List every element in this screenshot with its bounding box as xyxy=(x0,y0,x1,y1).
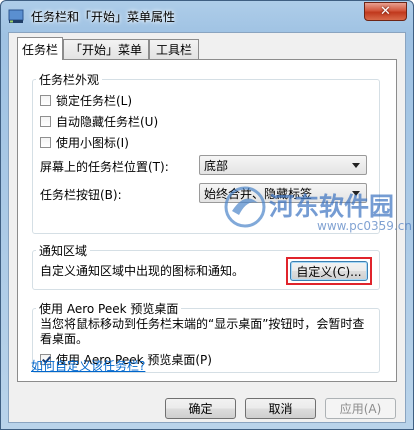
chevron-down-icon xyxy=(352,191,360,196)
small-icons-checkbox[interactable]: 使用小图标(I) xyxy=(40,134,129,151)
chevron-down-icon xyxy=(352,163,360,168)
notify-description: 自定义通知区域中出现的图标和通知。 xyxy=(40,264,245,278)
button-label: 应用(A) xyxy=(339,402,382,416)
taskbar-settings-icon xyxy=(8,9,24,23)
taskbar-buttons-label: 任务栏按钮(B): xyxy=(40,188,122,202)
taskbar-position-label: 屏幕上的任务栏位置(T): xyxy=(40,160,169,174)
tab-label: 工具栏 xyxy=(155,43,192,57)
tab-start-menu[interactable]: 「开始」菜单 xyxy=(63,39,149,59)
apply-button[interactable]: 应用(A) xyxy=(325,398,396,419)
aero-peek-group-label: 使用 Aero Peek 预览桌面 xyxy=(36,300,182,317)
close-button[interactable]: ✕ xyxy=(364,2,407,21)
help-link[interactable]: 如何自定义该任务栏? xyxy=(31,357,145,374)
checkbox-box[interactable] xyxy=(40,137,51,148)
title-bar: 任务栏和「开始」菜单属性 ✕ xyxy=(1,1,413,31)
autohide-taskbar-checkbox[interactable]: 自动隐藏任务栏(U) xyxy=(40,113,158,130)
cancel-button[interactable]: 取消 xyxy=(245,398,316,419)
checkbox-label: 使用小图标(I) xyxy=(56,136,129,150)
checkbox-label: 自动隐藏任务栏(U) xyxy=(56,115,159,129)
ok-button[interactable]: 确定 xyxy=(165,398,236,419)
taskbar-buttons-select[interactable]: 始终合并、隐藏标签 xyxy=(199,183,367,203)
lock-taskbar-checkbox[interactable]: 锁定任务栏(L) xyxy=(40,92,132,109)
button-label: 取消 xyxy=(268,402,293,416)
tab-taskbar[interactable]: 任务栏 xyxy=(17,37,63,60)
checkbox-box[interactable] xyxy=(40,95,51,106)
dialog-body: 任务栏 「开始」菜单 工具栏 任务栏外观 锁定任务栏(L) 自动隐藏任务栏(U)… xyxy=(8,32,406,423)
close-icon: ✕ xyxy=(380,4,391,19)
dialog-window: 任务栏和「开始」菜单属性 ✕ 任务栏 「开始」菜单 工具栏 任务栏外观 锁定任务… xyxy=(0,0,414,430)
aero-peek-description: 当您将鼠标移动到任务栏末端的“显示桌面”按钮时，会暂时查看桌面。 xyxy=(40,317,365,346)
checkbox-label: 锁定任务栏(L) xyxy=(56,94,133,108)
appearance-group-label: 任务栏外观 xyxy=(36,71,103,88)
tab-label: 任务栏 xyxy=(21,42,58,57)
button-label: 自定义(C)... xyxy=(296,264,362,279)
customize-button[interactable]: 自定义(C)... xyxy=(290,261,368,281)
tab-panel-taskbar: 任务栏外观 锁定任务栏(L) 自动隐藏任务栏(U) 使用小图标(I) 屏幕上的任… xyxy=(17,59,397,382)
tab-toolbars[interactable]: 工具栏 xyxy=(149,39,199,59)
notify-group-label: 通知区域 xyxy=(36,242,91,259)
taskbar-position-select[interactable]: 底部 xyxy=(199,155,367,175)
button-label: 确定 xyxy=(188,402,213,416)
select-value: 底部 xyxy=(204,158,229,173)
select-value: 始终合并、隐藏标签 xyxy=(204,186,313,201)
checkbox-box[interactable] xyxy=(40,116,51,127)
tab-label: 「开始」菜单 xyxy=(69,43,142,57)
window-title: 任务栏和「开始」菜单属性 xyxy=(31,10,176,24)
